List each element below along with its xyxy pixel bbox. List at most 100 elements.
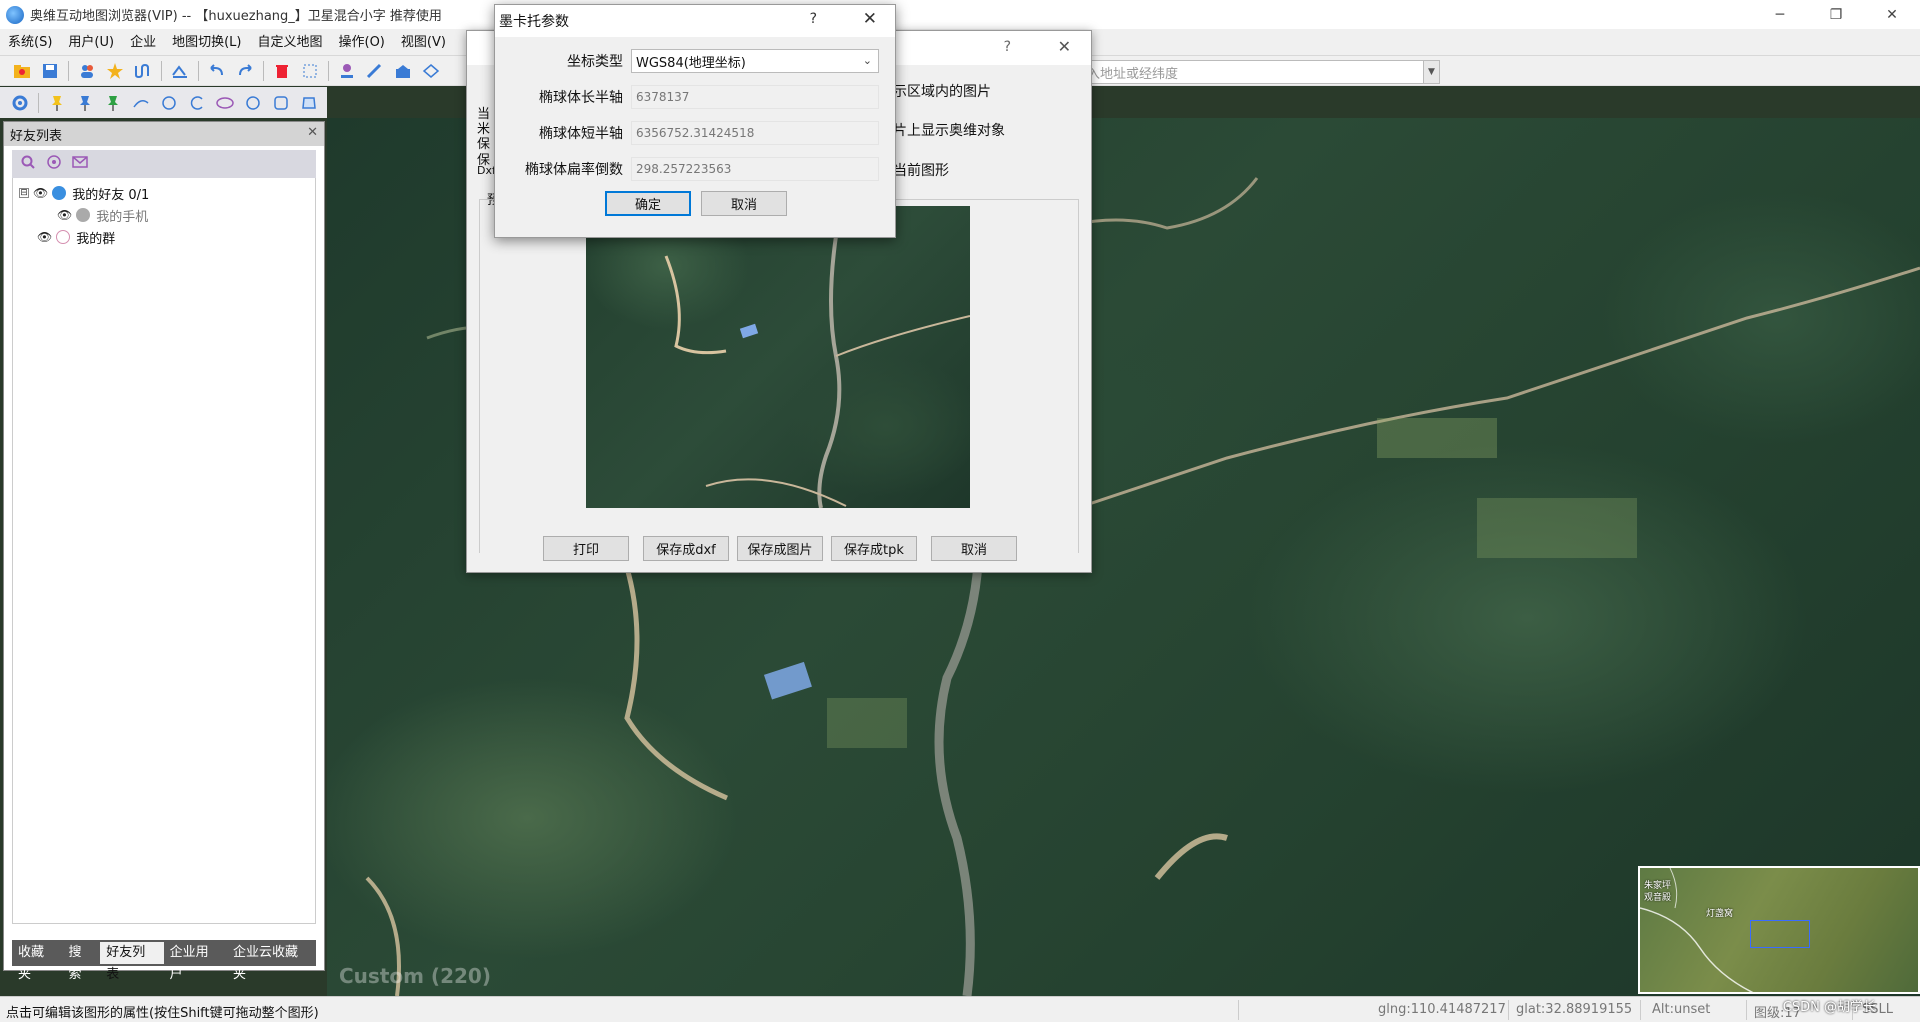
minimap-place-label: 灯盏窝 [1706, 909, 1734, 919]
menu-view[interactable]: 视图(V) [393, 29, 454, 56]
circle2-tool-icon[interactable] [242, 92, 264, 114]
close-window-button[interactable]: ✕ [1864, 0, 1920, 29]
semi-minor-axis-field[interactable]: 6356752.31424518 [631, 121, 879, 145]
visibility-eye-icon[interactable]: 👁 [37, 230, 52, 244]
close-dialog-button[interactable]: ✕ [863, 9, 877, 29]
app-logo-icon [6, 5, 24, 24]
users-icon[interactable] [76, 60, 98, 82]
csdn-watermark: CSDN @胡学长 [1782, 1000, 1876, 1015]
maximize-button[interactable]: ❐ [1808, 0, 1864, 29]
delete-icon[interactable] [271, 60, 293, 82]
tree-node-groups[interactable]: 👁 我的群 [13, 226, 315, 248]
help-button[interactable]: ? [810, 11, 817, 27]
layer-icon[interactable] [420, 60, 442, 82]
chevron-down-icon[interactable]: ⌄ [863, 54, 872, 67]
route-icon[interactable] [132, 60, 154, 82]
status-latitude: glat:32.88919155 [1516, 1002, 1633, 1017]
undo-icon[interactable] [206, 60, 228, 82]
option-current-shape[interactable]: 当前图形 [893, 160, 949, 180]
save-image-button[interactable]: 保存成图片 [737, 536, 823, 561]
favorite-star-icon[interactable] [104, 60, 126, 82]
redo-icon[interactable] [234, 60, 256, 82]
print-button[interactable]: 打印 [543, 536, 629, 561]
semi-major-axis-row: 椭球体长半轴 6378137 [495, 84, 897, 110]
settings-gear-icon[interactable] [9, 92, 31, 114]
minimap-place-label: 观音殿 [1644, 893, 1672, 903]
measure-icon[interactable] [169, 60, 191, 82]
help-button[interactable]: ? [1004, 39, 1011, 55]
menu-custom-map[interactable]: 自定义地图 [249, 29, 330, 56]
print-dialog-buttons: 打印 保存成dxf 保存成图片 保存成tpk 取消 [467, 536, 1093, 561]
menu-user[interactable]: 用户(U) [60, 29, 122, 56]
pin-green-icon[interactable] [102, 92, 124, 114]
search-icon[interactable] [20, 154, 36, 174]
semi-minor-axis-row: 椭球体短半轴 6356752.31424518 [495, 120, 897, 146]
pin-yellow-icon[interactable] [46, 92, 68, 114]
save-icon[interactable] [39, 60, 61, 82]
ok-button[interactable]: 确定 [605, 191, 691, 216]
minimize-button[interactable]: ─ [1752, 0, 1808, 29]
chevron-down-icon[interactable]: ▼ [1423, 61, 1439, 83]
dialog-title: 墨卡托参数 [499, 14, 569, 30]
user-group-icon [52, 186, 67, 200]
option-area-image[interactable]: 示区域内的图片 [893, 81, 991, 101]
tree-node-phone[interactable]: 👁 我的手机 [13, 204, 315, 226]
mail-icon[interactable] [72, 155, 88, 173]
tab-favorites[interactable]: 收藏夹 [12, 942, 63, 982]
tree-node-friends[interactable]: ⊟ 👁 我的好友 0/1 [13, 182, 315, 204]
viewport-indicator[interactable] [1750, 920, 1810, 948]
tab-friends[interactable]: 好友列表 [100, 942, 164, 982]
mercator-params-dialog: 墨卡托参数 ? ✕ 坐标类型 WGS84(地理坐标) ⌄ 椭球体长半轴 6378… [494, 4, 896, 238]
group-icon [56, 230, 71, 244]
rect-tool-icon[interactable] [270, 92, 292, 114]
ellipse-tool-icon[interactable] [214, 92, 236, 114]
status-bar: 点击可编辑该图形的属性(按住Shift键可拖动整个图形) glng:110.41… [0, 996, 1920, 1022]
tab-search[interactable]: 搜索 [63, 942, 101, 982]
visibility-eye-icon[interactable]: 👁 [57, 208, 72, 222]
close-panel-icon[interactable]: ✕ [307, 125, 318, 140]
collapse-icon[interactable]: ⊟ [19, 188, 29, 198]
coord-type-label: 坐标类型 [567, 54, 623, 70]
circle-tool-icon[interactable] [158, 92, 180, 114]
marker-icon[interactable] [336, 60, 358, 82]
polygon-tool-icon[interactable] [298, 92, 320, 114]
address-placeholder: 入地址或经纬度 [1087, 66, 1179, 82]
tree-node-label: 我的群 [76, 231, 116, 247]
open-folder-icon[interactable] [11, 60, 33, 82]
pin-blue-icon[interactable] [74, 92, 96, 114]
coord-type-value: WGS84(地理坐标) [636, 55, 746, 71]
save-dxf-button[interactable]: 保存成dxf [643, 536, 729, 561]
tab-enterprise-users[interactable]: 企业用户 [164, 942, 227, 982]
semi-major-axis-label: 椭球体长半轴 [539, 90, 623, 106]
coord-type-select[interactable]: WGS84(地理坐标) ⌄ [631, 49, 879, 73]
tab-enterprise-cloud-favorites[interactable]: 企业云收藏夹 [227, 942, 316, 982]
option-show-objects[interactable]: 片上显示奥维对象 [893, 120, 1005, 140]
menu-operation[interactable]: 操作(O) [331, 29, 393, 56]
arc-tool-icon[interactable] [186, 92, 208, 114]
panel-toolbar [12, 150, 316, 178]
chat-icon[interactable] [46, 154, 62, 174]
address-search-input[interactable]: 入地址或经纬度 ▼ [1080, 60, 1440, 84]
status-altitude: Alt:unset [1652, 1002, 1711, 1017]
tree-node-label: 我的好友 0/1 [72, 187, 150, 203]
line-tool-icon[interactable] [130, 92, 152, 114]
ruler-icon[interactable] [364, 60, 386, 82]
close-dialog-button[interactable]: ✕ [1058, 37, 1071, 56]
window-title: 奥维互动地图浏览器(VIP) -- 【huxuezhang_】卫星混合小字 推荐… [30, 9, 442, 24]
map-source-watermark: Custom (220) [339, 964, 491, 988]
save-tpk-button[interactable]: 保存成tpk [831, 536, 917, 561]
semi-minor-axis-label: 椭球体短半轴 [539, 126, 623, 142]
visibility-eye-icon[interactable]: 👁 [33, 186, 48, 200]
area-icon[interactable] [392, 60, 414, 82]
overview-minimap[interactable]: 朱家坪 观音殿 灯盏窝 [1638, 866, 1920, 994]
menu-map-switch[interactable]: 地图切换(L) [164, 29, 249, 56]
cancel-button[interactable]: 取消 [701, 191, 787, 216]
inverse-flattening-field[interactable]: 298.257223563 [631, 157, 879, 181]
cancel-button[interactable]: 取消 [931, 536, 1017, 561]
select-rect-icon[interactable] [299, 60, 321, 82]
menu-enterprise[interactable]: 企业 [122, 29, 164, 56]
menu-system[interactable]: 系统(S) [0, 29, 60, 56]
coord-type-row: 坐标类型 WGS84(地理坐标) ⌄ [495, 48, 897, 74]
semi-major-axis-field[interactable]: 6378137 [631, 85, 879, 109]
mercator-dialog-header: 墨卡托参数 ? ✕ [495, 5, 895, 37]
